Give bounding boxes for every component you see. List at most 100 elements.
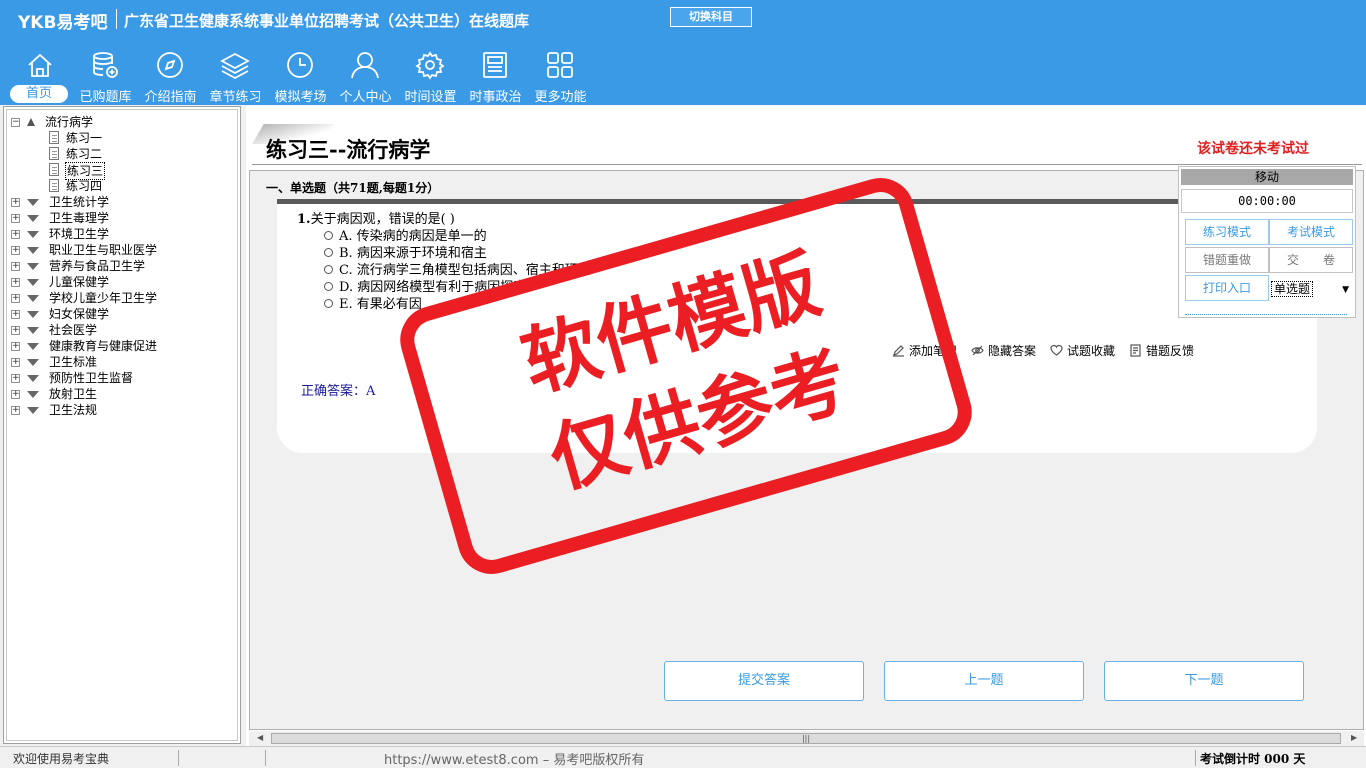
submit-answer-button[interactable]: 提交答案 <box>664 661 864 701</box>
expand-icon[interactable]: + <box>11 278 20 287</box>
tree-node-category[interactable]: + 妇女保健学 <box>11 306 231 322</box>
exam-status: 该试卷还未考试过 <box>1197 141 1309 157</box>
expand-icon[interactable]: + <box>11 406 20 415</box>
scroll-right-icon[interactable]: ▶ <box>1351 733 1357 742</box>
grid-icon <box>547 52 573 78</box>
hand-in-button[interactable]: 交 卷 <box>1269 247 1353 273</box>
expand-icon[interactable]: + <box>11 342 20 351</box>
main-nav: 首页 已购题库 介绍指南 章节练习 模拟考场 个人中心 时间设置 时事政治 更多… <box>8 48 593 106</box>
radio-icon[interactable] <box>324 282 333 291</box>
exam-timer: 00:00:00 <box>1181 189 1353 213</box>
compass-icon <box>157 52 183 78</box>
nav-label: 更多功能 <box>534 90 587 105</box>
tree-node-category[interactable]: + 卫生标准 <box>11 354 231 370</box>
redo-wrong-button[interactable]: 错题重做 <box>1185 247 1269 273</box>
expand-icon[interactable]: + <box>11 214 20 223</box>
tree-node-category[interactable]: + 社会医学 <box>11 322 231 338</box>
home-icon <box>28 53 52 77</box>
folder-icon <box>27 343 39 350</box>
next-question-button[interactable]: 下一题 <box>1104 661 1304 701</box>
tree-node-category[interactable]: + 卫生法规 <box>11 402 231 418</box>
radio-icon[interactable] <box>324 265 333 274</box>
option-label: E. 有果必有因 <box>339 297 422 312</box>
question-type-select[interactable]: 单选题 ▼ <box>1271 279 1353 299</box>
expand-icon[interactable]: + <box>11 262 20 271</box>
status-divider <box>178 750 179 766</box>
practice-mode-button[interactable]: 练习模式 <box>1185 219 1269 245</box>
expand-icon[interactable]: + <box>11 198 20 207</box>
radio-icon[interactable] <box>324 248 333 257</box>
move-handle[interactable]: 移动 <box>1181 169 1353 185</box>
tree-node-label: 营养与食品卫生学 <box>49 259 146 273</box>
switch-subject-button[interactable]: 切换科目 <box>670 7 752 27</box>
nav-item-personal[interactable]: 个人中心 <box>333 48 398 105</box>
tree-node-category[interactable]: + 卫生毒理学 <box>11 210 231 226</box>
prev-question-button[interactable]: 上一题 <box>884 661 1084 701</box>
document-icon <box>49 179 59 192</box>
section-title: 一、单选题（共71题,每题1分） <box>266 181 440 195</box>
nav-label: 介绍指南 <box>144 90 197 105</box>
nav-item-purchased[interactable]: 已购题库 <box>73 48 138 105</box>
tree-node-category[interactable]: + 儿童保健学 <box>11 274 231 290</box>
folder-icon <box>27 327 39 334</box>
nav-item-guide[interactable]: 介绍指南 <box>138 48 203 105</box>
expand-icon[interactable]: + <box>11 390 20 399</box>
tree-node-exercise[interactable]: 练习四 <box>11 178 211 194</box>
tree-node-category[interactable]: + 卫生统计学 <box>11 194 231 210</box>
folder-icon <box>27 199 39 206</box>
hide-answer-button[interactable]: 隐藏答案 <box>971 342 1036 359</box>
horizontal-scrollbar[interactable]: ◀ ||| ▶ <box>249 731 1364 746</box>
tree-node-category[interactable]: + 健康教育与健康促进 <box>11 338 231 354</box>
expand-icon[interactable]: + <box>11 294 20 303</box>
nav-item-time-settings[interactable]: 时间设置 <box>398 48 463 105</box>
tree-node-label: 妇女保健学 <box>49 307 110 321</box>
expand-icon[interactable]: + <box>11 326 20 335</box>
nav-item-home[interactable]: 首页 <box>8 48 73 104</box>
expand-icon[interactable]: + <box>11 230 20 239</box>
app-header: YKB易考吧 广东省卫生健康系统事业单位招聘考试（公共卫生）在线题库 切换科目 … <box>0 0 1366 105</box>
tree-node-label: 练习二 <box>66 147 103 161</box>
favorite-question-button[interactable]: 试题收藏 <box>1050 342 1115 359</box>
tree-node-exercise[interactable]: 练习二 <box>11 146 211 162</box>
radio-icon[interactable] <box>324 299 333 308</box>
tree-node-label: 预防性卫生监督 <box>49 371 134 385</box>
nav-item-chapter[interactable]: 章节练习 <box>203 48 268 105</box>
tree-node-category[interactable]: + 职业卫生与职业医学 <box>11 242 231 258</box>
folder-icon <box>27 407 39 414</box>
tree-node-category[interactable]: + 放射卫生 <box>11 386 231 402</box>
scroll-left-icon[interactable]: ◀ <box>257 733 263 742</box>
nav-label: 章节练习 <box>209 90 262 105</box>
tree-node-category[interactable]: + 预防性卫生监督 <box>11 370 231 386</box>
option-e[interactable]: E. 有果必有因 <box>324 293 422 312</box>
tree-node-exercise[interactable]: 练习一 <box>11 130 211 146</box>
expand-icon[interactable]: + <box>11 374 20 383</box>
nav-label: 时间设置 <box>404 90 457 105</box>
gear-icon <box>415 51 445 80</box>
folder-icon <box>27 247 39 254</box>
scrollbar-thumb[interactable]: ||| <box>271 733 1341 744</box>
nav-item-current-affairs[interactable]: 时事政治 <box>463 48 528 105</box>
document-icon <box>49 131 59 144</box>
expand-icon[interactable]: + <box>11 310 20 319</box>
expand-icon[interactable]: + <box>11 358 20 367</box>
tree-node-category[interactable]: + 学校儿童少年卫生学 <box>11 290 231 306</box>
status-divider <box>1195 750 1196 766</box>
exam-mode-button[interactable]: 考试模式 <box>1269 219 1353 245</box>
tree-node-label: 卫生标准 <box>49 355 98 369</box>
heart-icon <box>1050 344 1063 356</box>
tree-node-root[interactable]: − 流行病学 <box>11 114 211 130</box>
report-error-button[interactable]: 错题反馈 <box>1129 342 1194 359</box>
nav-label: 首页 <box>10 85 68 103</box>
radio-icon[interactable] <box>324 231 333 240</box>
collapse-icon[interactable]: − <box>11 118 20 127</box>
tree-node-category[interactable]: + 环境卫生学 <box>11 226 231 242</box>
tree-node-category[interactable]: + 营养与食品卫生学 <box>11 258 231 274</box>
chevron-down-icon[interactable]: ▼ <box>1342 280 1349 300</box>
nav-item-mock-exam[interactable]: 模拟考场 <box>268 48 333 105</box>
tree-node-label: 职业卫生与职业医学 <box>49 243 158 257</box>
exam-title: 练习三--流行病学 <box>266 137 431 162</box>
tree-node-exercise-selected[interactable]: 练习三 <box>11 162 211 180</box>
nav-item-more[interactable]: 更多功能 <box>528 48 593 105</box>
print-button[interactable]: 打印入口 <box>1185 275 1269 301</box>
expand-icon[interactable]: + <box>11 246 20 255</box>
